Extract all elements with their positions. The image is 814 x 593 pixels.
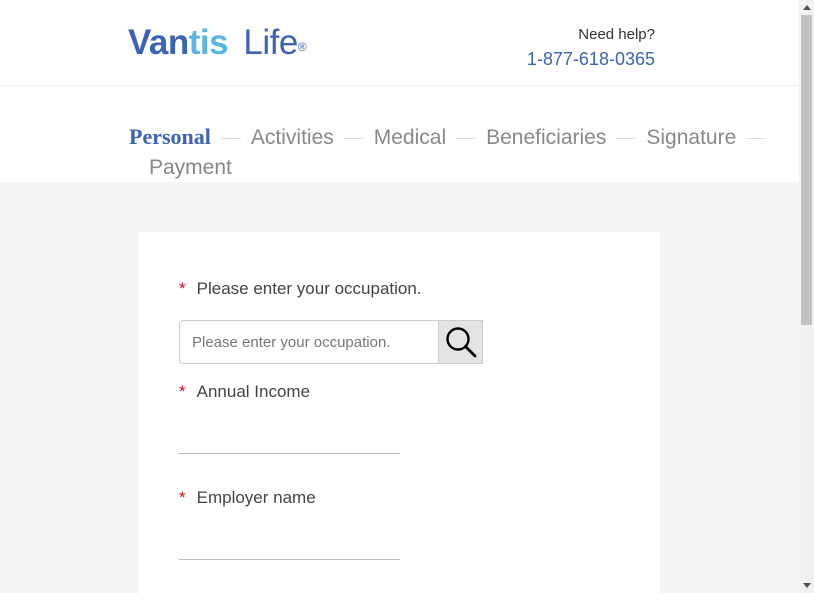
vertical-scrollbar[interactable] xyxy=(799,0,814,593)
progress-steps: Personal Activities Medical Beneficiaries Si… xyxy=(129,122,789,183)
header-divider xyxy=(0,85,799,86)
step-separator xyxy=(746,137,767,139)
annual-income-input[interactable] xyxy=(179,430,400,454)
annual-income-label-text: Annual Income xyxy=(196,382,311,401)
occupation-search-button[interactable] xyxy=(438,320,483,364)
step-personal[interactable]: Personal xyxy=(129,122,211,152)
employer-name-label: * Employer name xyxy=(179,487,316,509)
personal-form-card: * Please enter your occupation. * Annual I… xyxy=(139,232,660,593)
logo-text-life: Life xyxy=(243,23,298,62)
step-payment[interactable]: Payment xyxy=(149,153,232,183)
occupation-label-text: Please enter your occupation. xyxy=(196,279,422,298)
required-asterisk: * xyxy=(179,382,186,401)
occupation-input[interactable] xyxy=(180,321,438,363)
page-header: Vantis Life® Need help? 1-877-618-0365 P… xyxy=(0,0,799,182)
annual-income-label: * Annual Income xyxy=(179,381,310,403)
step-separator xyxy=(456,137,477,139)
logo-text-vantis-tis: tis xyxy=(188,23,229,62)
step-beneficiaries[interactable]: Beneficiaries xyxy=(486,123,606,153)
required-asterisk: * xyxy=(179,279,186,298)
logo-registered-mark: ® xyxy=(297,40,307,54)
scroll-down-button[interactable] xyxy=(799,578,814,593)
vantis-life-logo[interactable]: Vantis Life® xyxy=(128,23,307,62)
step-activities[interactable]: Activities xyxy=(251,123,334,153)
step-separator xyxy=(220,137,241,139)
scroll-thumb[interactable] xyxy=(801,15,812,325)
help-phone-link[interactable]: 1-877-618-0365 xyxy=(527,46,655,72)
scroll-up-button[interactable] xyxy=(799,0,814,15)
employer-name-label-text: Employer name xyxy=(196,488,316,507)
chevron-down-icon xyxy=(802,583,811,588)
step-signature[interactable]: Signature xyxy=(646,123,736,153)
step-medical[interactable]: Medical xyxy=(374,123,446,153)
step-separator xyxy=(343,137,364,139)
logo-text-vantis: Vantis xyxy=(128,23,237,62)
required-asterisk: * xyxy=(179,488,186,507)
step-separator xyxy=(616,137,637,139)
occupation-label: * Please enter your occupation. xyxy=(179,278,422,300)
search-icon xyxy=(445,327,476,358)
help-block: Need help? 1-877-618-0365 xyxy=(527,26,655,72)
chevron-up-icon xyxy=(802,5,811,10)
help-label: Need help? xyxy=(578,26,655,43)
employer-name-input[interactable] xyxy=(179,536,400,560)
logo-text-vantis-van: Van xyxy=(128,23,189,62)
